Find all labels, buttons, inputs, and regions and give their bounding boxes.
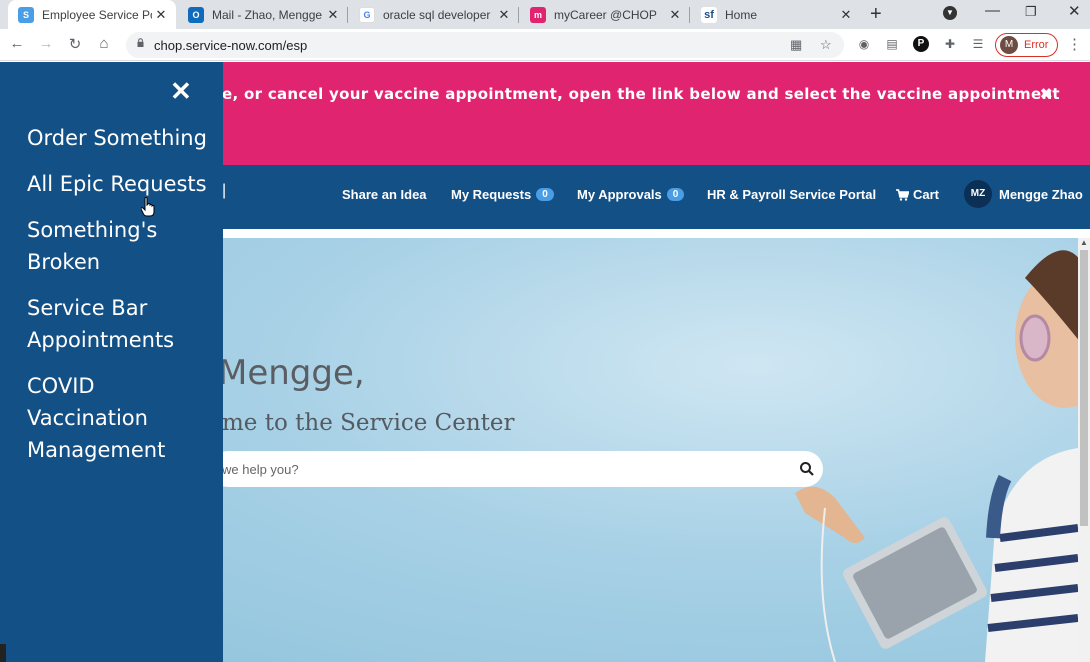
welcome-subheading: me to the Service Center (222, 410, 515, 436)
lock-icon (137, 38, 144, 47)
close-tab-icon[interactable]: ✕ (839, 7, 853, 23)
close-tab-icon[interactable]: ✕ (326, 7, 340, 23)
side-menu: ✕ Order Something All Epic Requests Some… (0, 62, 223, 662)
search-bar (210, 451, 823, 487)
back-icon[interactable]: ← (8, 35, 26, 52)
tab-separator (347, 7, 348, 23)
tab-home[interactable]: sf Home ✕ (691, 0, 861, 29)
scroll-up-icon[interactable]: ▲ (1080, 238, 1088, 247)
nav-label: Cart (913, 187, 940, 202)
banner-text: e, or cancel your vaccine appointment, o… (222, 85, 1060, 103)
url-text: chop.service-now.com/esp (154, 38, 308, 53)
cart-icon (896, 188, 909, 201)
menu-item-order-something[interactable]: Order Something (27, 122, 217, 154)
count-badge: 0 (536, 188, 554, 201)
extension-page-icon[interactable]: ▤ (884, 36, 900, 52)
scroll-thumb[interactable] (1080, 250, 1088, 526)
hero-photo-person (795, 250, 1078, 662)
extension-circle-icon[interactable]: ◉ (856, 36, 872, 52)
nav-cart[interactable]: Cart (896, 187, 939, 202)
browser-menu-icon[interactable]: ⋮ (1067, 35, 1082, 53)
tab-search-icon[interactable]: ▼ (943, 6, 957, 20)
nav-my-approvals[interactable]: My Approvals 0 (577, 187, 685, 202)
tab-title: oracle sql developer do (383, 7, 493, 22)
nav-label: My Approvals (577, 187, 662, 202)
menu-item-covid-vaccination[interactable]: COVID Vaccination Management (27, 370, 187, 466)
servicenow-icon: S (18, 6, 34, 23)
banner-close-icon[interactable]: ✖ (1040, 85, 1053, 103)
menu-item-service-bar-appointments[interactable]: Service Bar Appointments (27, 292, 197, 356)
tab-title: Home (725, 7, 758, 22)
extensions-puzzle-icon[interactable]: ✚ (942, 36, 958, 52)
tab-title: myCareer @CHOP (554, 7, 657, 22)
mycareer-icon: m (530, 6, 546, 23)
apps-icon[interactable]: ▦ (790, 37, 802, 53)
tab-mycareer[interactable]: m myCareer @CHOP ✕ (520, 0, 690, 29)
outlook-icon: O (188, 6, 204, 23)
close-tab-icon[interactable]: ✕ (497, 7, 511, 23)
tab-oracle-search[interactable]: G oracle sql developer do ✕ (349, 0, 519, 29)
profile-status: Error (1024, 39, 1049, 51)
successfactors-icon: sf (701, 6, 717, 23)
search-input[interactable] (222, 459, 782, 479)
new-tab-icon[interactable]: + (870, 3, 882, 26)
reload-icon[interactable]: ↻ (66, 35, 84, 53)
close-tab-icon[interactable]: ✕ (668, 7, 682, 23)
minimize-icon[interactable]: — (985, 2, 1000, 19)
tab-separator (518, 7, 519, 23)
profile-button[interactable]: M Error (995, 33, 1058, 57)
corner-edge (0, 644, 6, 662)
count-badge: 0 (666, 188, 685, 201)
close-menu-icon[interactable]: ✕ (170, 76, 192, 107)
menu-item-somethings-broken[interactable]: Something's Broken (27, 214, 177, 278)
nav-my-requests[interactable]: My Requests 0 (451, 187, 554, 202)
tab-separator (689, 7, 690, 23)
extension-p-icon[interactable]: P (913, 36, 929, 52)
nav-hr-payroll[interactable]: HR & Payroll Service Portal (707, 187, 876, 202)
hand-cursor-icon (141, 197, 155, 217)
greeting-heading: Mengge, (218, 353, 365, 393)
tab-title: Employee Service Portal (42, 7, 152, 22)
menu-item-all-epic-requests[interactable]: All Epic Requests (27, 168, 217, 200)
google-icon: G (359, 6, 375, 23)
nav-share-an-idea[interactable]: Share an Idea (342, 187, 427, 202)
nav-label: Share an Idea (342, 187, 427, 202)
page-content: e, or cancel your vaccine appointment, o… (0, 62, 1090, 662)
forward-icon[interactable]: → (37, 35, 55, 52)
tab-mail[interactable]: O Mail - Zhao, Mengge - O ✕ (178, 0, 348, 29)
avatar: M (1000, 36, 1018, 54)
browser-toolbar: ← → ↻ ⌂ chop.service-now.com/esp ▦ ☆ ◉ ▤… (0, 29, 1090, 61)
nav-label: My Requests (451, 187, 532, 202)
close-window-icon[interactable]: ✕ (1068, 2, 1081, 20)
restore-icon[interactable]: ❐ (1025, 4, 1037, 20)
close-tab-icon[interactable]: ✕ (154, 7, 168, 23)
user-name[interactable]: Mengge Zhao (999, 187, 1083, 202)
reading-list-icon[interactable]: ☰ (970, 36, 986, 52)
tab-title: Mail - Zhao, Mengge - O (212, 7, 322, 22)
bookmark-star-icon[interactable]: ☆ (820, 37, 832, 53)
search-icon[interactable] (799, 461, 815, 477)
address-bar[interactable]: chop.service-now.com/esp ▦ ☆ (126, 32, 844, 58)
tab-employee-service-portal[interactable]: S Employee Service Portal ✕ (8, 0, 176, 29)
nav-label: HR & Payroll Service Portal (707, 187, 877, 202)
browser-tab-strip: S Employee Service Portal ✕ O Mail - Zha… (0, 0, 1090, 29)
home-icon[interactable]: ⌂ (95, 35, 113, 52)
user-avatar[interactable]: MZ (964, 180, 992, 208)
page-scrollbar[interactable]: ▲ (1078, 238, 1090, 662)
